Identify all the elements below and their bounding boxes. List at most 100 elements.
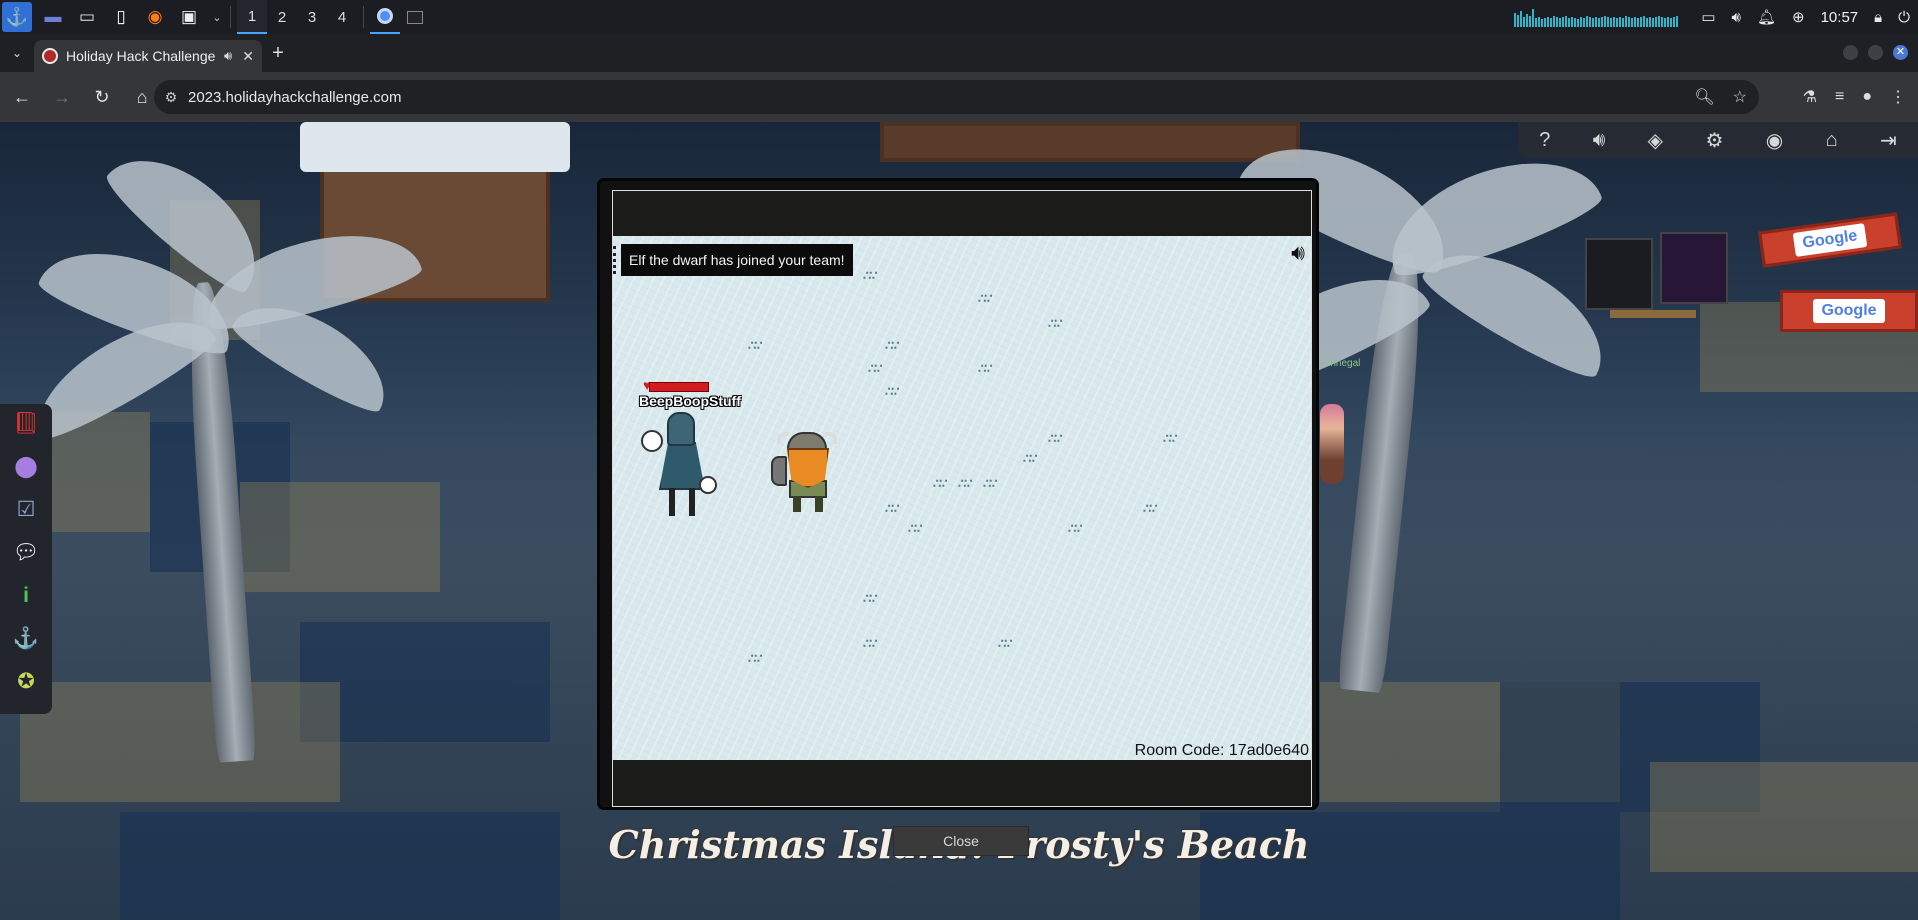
update-icon[interactable]: ⊕: [1792, 8, 1805, 26]
system-tray: ▭ 🔊︎ 🔔︎ ⊕ 10:57 🔒︎ ⏻: [1514, 0, 1910, 34]
user-icon[interactable]: ◉: [1766, 128, 1783, 153]
gear-icon[interactable]: ⚙: [1705, 128, 1723, 153]
cpu-graph-bar: [1631, 18, 1634, 27]
badge-icon[interactable]: ✪: [17, 670, 35, 694]
help-icon[interactable]: ?: [1539, 129, 1550, 152]
cpu-graph-bar: [1667, 17, 1670, 27]
desktop-icon[interactable]: ▬: [40, 4, 66, 30]
snow-tuft: ∴∵: [978, 361, 992, 376]
forward-button[interactable]: →: [44, 79, 80, 115]
labs-flask-icon[interactable]: ⚗: [1803, 87, 1817, 107]
zoom-icon[interactable]: 🔍︎: [1694, 87, 1714, 107]
back-button[interactable]: ←: [4, 79, 40, 115]
cpu-graph-bar: [1559, 18, 1562, 27]
snow-tuft: ∴∵: [958, 476, 972, 491]
book-icon[interactable]: 📕︎: [13, 412, 40, 436]
sand-tile: [20, 682, 340, 802]
player-left-hand: [641, 430, 663, 452]
chrome-icon: [377, 8, 393, 24]
workspace-1[interactable]: 1: [237, 0, 267, 34]
cpu-graph-bar: [1523, 17, 1526, 27]
game-viewport[interactable]: Google Google Finnegal ? 🔊︎ ◈ ⚙ ◉ ⌂ ⇥ 📕︎…: [0, 122, 1918, 920]
snow-tuft: ∴∵: [748, 651, 762, 666]
new-tab-button[interactable]: +: [262, 37, 294, 69]
player-name-label: BeepBoopStuff: [639, 393, 741, 409]
dwarf-character[interactable]: [771, 432, 845, 512]
media-controls-icon[interactable]: ≡: [1835, 88, 1844, 106]
speaker-icon[interactable]: 🔊︎: [1291, 240, 1305, 266]
firefox-icon[interactable]: ◉: [142, 4, 168, 30]
chat-icon[interactable]: 💬︎: [13, 541, 40, 565]
file-manager-icon[interactable]: ▭: [74, 4, 100, 30]
modal-bottom-bar: [613, 760, 1311, 806]
cpu-graph-bar: [1643, 16, 1646, 27]
terminal-window-button[interactable]: [400, 0, 430, 34]
site-info-icon[interactable]: ⚙: [154, 89, 188, 106]
document-icon[interactable]: ▯: [108, 4, 134, 30]
cpu-graph-bar: [1622, 18, 1625, 27]
profile-icon[interactable]: ●: [1862, 88, 1872, 106]
sand-tile: [240, 482, 440, 592]
power-icon[interactable]: ⏻: [1898, 9, 1910, 26]
info-icon[interactable]: i: [23, 584, 29, 608]
game-modal: Elf the dwarf has joined your team! 🔊︎ ♥…: [597, 178, 1319, 810]
chevron-down-icon[interactable]: ⌄: [210, 4, 224, 30]
close-tab-icon[interactable]: ✕: [242, 48, 254, 65]
cpu-graph-bar: [1616, 18, 1619, 27]
npc-name-label: Finnegal: [1322, 358, 1361, 369]
notification-bell-icon[interactable]: 🔔︎: [1757, 8, 1776, 26]
browser-tab-active[interactable]: Holiday Hack Challenge 🔊︎ ✕: [34, 40, 262, 72]
cpu-graph-bar: [1628, 17, 1631, 27]
clock[interactable]: 10:57: [1821, 9, 1859, 26]
workspace-2[interactable]: 2: [267, 0, 297, 34]
address-bar[interactable]: ⚙ 2023.holidayhackchallenge.com 🔍︎ ☆: [154, 80, 1759, 114]
cpu-graph-bar: [1550, 18, 1553, 27]
speaker-icon[interactable]: 🔊︎: [224, 48, 232, 64]
menu-kebab-icon[interactable]: ⋮: [1890, 87, 1906, 107]
cpu-graph-bar: [1664, 18, 1667, 27]
terminal-icon[interactable]: ▣: [176, 4, 202, 30]
anchor-icon[interactable]: ⚓: [13, 627, 39, 651]
dwarf-legs: [793, 496, 823, 512]
snow-tuft: ∴∵: [1048, 431, 1062, 446]
discord-icon[interactable]: ◈: [1648, 128, 1663, 153]
cpu-graph-bar: [1658, 16, 1661, 27]
workspace-4[interactable]: 4: [327, 0, 357, 34]
lock-icon[interactable]: 🔒︎: [1874, 9, 1882, 26]
home-icon[interactable]: ⌂: [1826, 129, 1838, 152]
terminal-icon: [407, 10, 423, 24]
cpu-graph-bar: [1625, 16, 1628, 27]
map-pin-icon[interactable]: ⬤: [14, 455, 38, 479]
minimize-button[interactable]: [1843, 45, 1858, 60]
npc-character[interactable]: [1320, 404, 1344, 484]
screen-icon[interactable]: ▭: [1701, 8, 1715, 26]
url-text[interactable]: 2023.holidayhackchallenge.com: [188, 89, 401, 106]
reload-button[interactable]: ↻: [84, 79, 120, 115]
chrome-window-button[interactable]: [370, 0, 400, 34]
cpu-graph-bar: [1649, 17, 1652, 27]
cpu-graph-bar: [1592, 18, 1595, 27]
toolbar-actions: ⚗ ≡ ● ⋮: [1803, 72, 1906, 122]
cpu-graph-bar: [1604, 16, 1607, 27]
tab-title: Holiday Hack Challenge: [66, 48, 216, 64]
cpu-graph-bar: [1568, 18, 1571, 27]
dwarf-helmet: [787, 432, 827, 450]
workspace-3[interactable]: 3: [297, 0, 327, 34]
cpu-graph-bar: [1652, 18, 1655, 27]
maximize-button[interactable]: [1868, 45, 1883, 60]
player-character[interactable]: [641, 412, 721, 522]
checklist-icon[interactable]: ☑: [17, 498, 36, 522]
bookmark-star-icon[interactable]: ☆: [1733, 87, 1747, 107]
tab-search-chevron-icon[interactable]: ⌄: [0, 34, 34, 72]
close-button[interactable]: Close: [893, 826, 1029, 856]
app-launcher-icon[interactable]: ⚓: [2, 2, 32, 32]
cpu-graph-bar: [1541, 19, 1544, 27]
volume-icon[interactable]: 🔊︎: [1732, 9, 1741, 26]
close-window-button[interactable]: ✕: [1893, 45, 1908, 60]
cpu-graph-bar: [1526, 14, 1529, 27]
team-join-toast: Elf the dwarf has joined your team!: [621, 244, 853, 276]
logout-icon[interactable]: ⇥: [1880, 128, 1897, 153]
minigame-snowfield[interactable]: Elf the dwarf has joined your team! 🔊︎ ♥…: [613, 236, 1311, 760]
google-sign-bottom-text: Google: [1813, 299, 1885, 323]
volume-icon[interactable]: 🔊︎: [1593, 129, 1606, 152]
